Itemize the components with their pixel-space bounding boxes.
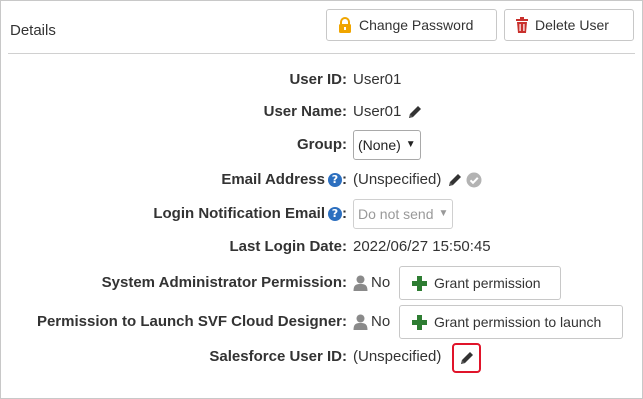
login-notification-label: Login Notification Email — [153, 205, 325, 222]
check-circle-icon — [466, 172, 482, 188]
sys-admin-label: System Administrator Permission: — [101, 274, 347, 291]
plus-icon — [412, 314, 427, 330]
pencil-icon — [460, 352, 473, 364]
login-notification-selected: Do not send — [358, 206, 434, 222]
group-select[interactable]: (None) ▼ — [353, 130, 421, 160]
login-notification-value-group: Do not send ▼ — [353, 199, 454, 229]
row-user-id: User ID: User01 — [1, 67, 643, 93]
group-label: Group: — [297, 136, 347, 153]
login-notification-select: Do not send ▼ — [353, 199, 454, 229]
details-panel: Details Change Password Delete User User… — [0, 0, 643, 399]
grant-permission-button[interactable]: Grant permission — [399, 266, 561, 300]
svf-designer-value: No — [371, 313, 391, 330]
lock-icon — [339, 16, 351, 33]
chevron-down-icon: ▼ — [438, 208, 449, 219]
help-icon[interactable]: ? — [328, 207, 342, 221]
login-notification-label-colon: : — [342, 205, 347, 222]
pencil-icon[interactable] — [447, 172, 463, 188]
row-login-notification: Login Notification Email ? : Do not send… — [1, 199, 643, 229]
pencil-icon[interactable] — [407, 104, 423, 120]
help-icon[interactable]: ? — [328, 173, 342, 187]
svf-designer-value-group: No — [353, 309, 390, 335]
delete-user-button[interactable]: Delete User — [504, 9, 634, 41]
change-password-label: Change Password — [359, 17, 474, 33]
group-value-group: (None) ▼ — [353, 130, 421, 160]
panel-title: Details — [10, 22, 56, 39]
last-login-label: Last Login Date: — [229, 238, 347, 255]
user-id-label: User ID: — [289, 71, 347, 88]
row-last-login: Last Login Date: 2022/06/27 15:50:45 — [1, 234, 643, 260]
user-name-value-group: User01 — [353, 99, 423, 125]
change-password-button[interactable]: Change Password — [326, 9, 497, 41]
row-user-name: User Name: User01 — [1, 99, 643, 125]
salesforce-label: Salesforce User ID: — [209, 348, 347, 365]
grant-permission-label: Grant permission — [434, 275, 541, 291]
person-icon — [353, 275, 368, 291]
chevron-down-icon: ▼ — [405, 139, 416, 150]
sys-admin-value: No — [371, 274, 391, 291]
trash-icon — [516, 17, 528, 33]
salesforce-edit-button[interactable] — [452, 343, 481, 373]
header-divider — [8, 53, 635, 54]
grant-launch-permission-label: Grant permission to launch — [434, 314, 602, 330]
svf-designer-label: Permission to Launch SVF Cloud Designer: — [36, 313, 347, 330]
person-icon — [353, 314, 368, 330]
salesforce-value: (Unspecified) — [353, 348, 442, 365]
delete-user-label: Delete User — [535, 17, 609, 33]
email-label-group: Email Address ? : — [221, 167, 347, 193]
sys-admin-value-group: No — [353, 270, 390, 296]
email-label-colon: : — [342, 171, 347, 188]
login-notification-label-group: Login Notification Email ? : — [153, 201, 347, 227]
grant-launch-permission-button[interactable]: Grant permission to launch — [399, 305, 623, 339]
plus-icon — [412, 275, 427, 291]
group-selected: (None) — [358, 137, 401, 153]
user-name-label: User Name: — [263, 103, 347, 120]
email-label: Email Address — [221, 171, 325, 188]
user-id-value: User01 — [353, 71, 402, 88]
last-login-value: 2022/06/27 15:50:45 — [353, 238, 491, 255]
user-name-value: User01 — [353, 103, 402, 120]
email-value: (Unspecified) — [353, 171, 442, 188]
row-salesforce: Salesforce User ID: (Unspecified) — [1, 344, 643, 370]
row-group: Group: (None) ▼ — [1, 130, 643, 160]
row-email: Email Address ? : (Unspecified) — [1, 167, 643, 193]
email-value-group: (Unspecified) — [353, 167, 482, 193]
